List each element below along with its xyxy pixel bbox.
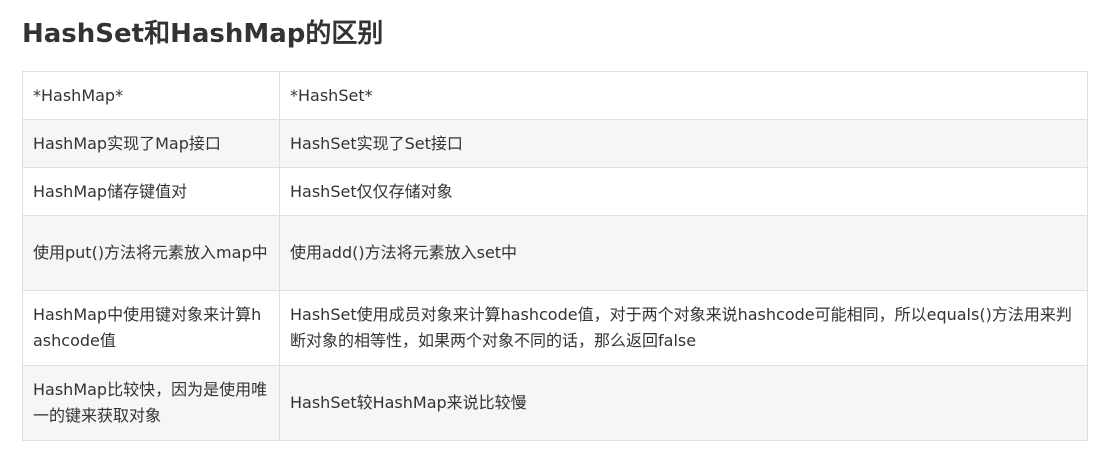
table-cell-hashmap: HashMap比较快，因为是使用唯一的键来获取对象 xyxy=(22,365,280,441)
table-row: 使用put()方法将元素放入map中 使用add()方法将元素放入set中 xyxy=(22,215,1088,291)
table-row: HashMap比较快，因为是使用唯一的键来获取对象 HashSet较HashMa… xyxy=(22,365,1088,441)
table-cell-hashset: 使用add()方法将元素放入set中 xyxy=(279,215,1088,291)
page: HashSet和HashMap的区别 *HashMap* *HashSet* H… xyxy=(0,0,1108,472)
page-title: HashSet和HashMap的区别 xyxy=(22,19,384,49)
table-header-row: *HashMap* *HashSet* xyxy=(22,71,1088,120)
comparison-table: *HashMap* *HashSet* HashMap实现了Map接口 Hash… xyxy=(22,71,1088,441)
table-header-cell-hashmap: *HashMap* xyxy=(22,71,280,120)
table-cell-hashmap: HashMap储存键值对 xyxy=(22,167,280,216)
table-cell-hashset: HashSet实现了Set接口 xyxy=(279,119,1088,168)
table-row: HashMap储存键值对 HashSet仅仅存储对象 xyxy=(22,167,1088,216)
table-cell-hashset: HashSet较HashMap来说比较慢 xyxy=(279,365,1088,441)
table-cell-hashmap: HashMap实现了Map接口 xyxy=(22,119,280,168)
table-cell-hashmap: HashMap中使用键对象来计算hashcode值 xyxy=(22,290,280,366)
table-row: HashMap实现了Map接口 HashSet实现了Set接口 xyxy=(22,119,1088,168)
table-cell-hashmap: 使用put()方法将元素放入map中 xyxy=(22,215,280,291)
table-header-cell-hashset: *HashSet* xyxy=(279,71,1088,120)
table-cell-hashset: HashSet使用成员对象来计算hashcode值，对于两个对象来说hashco… xyxy=(279,290,1088,366)
table-cell-hashset: HashSet仅仅存储对象 xyxy=(279,167,1088,216)
table-row: HashMap中使用键对象来计算hashcode值 HashSet使用成员对象来… xyxy=(22,290,1088,366)
